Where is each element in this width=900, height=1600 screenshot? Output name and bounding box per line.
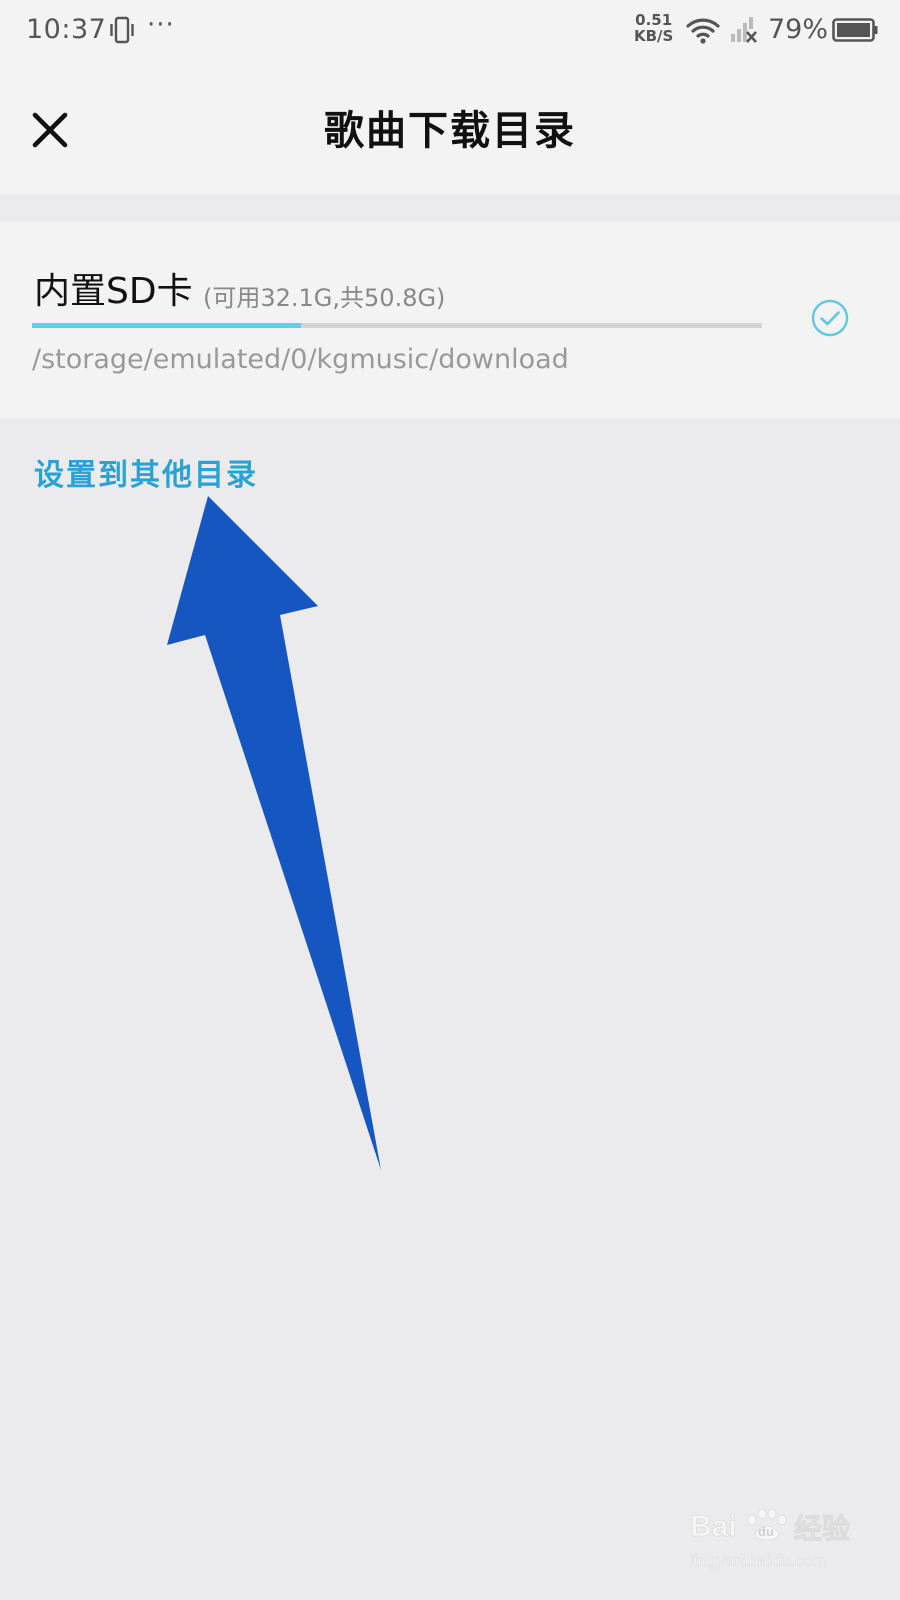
set-other-directory-link[interactable]: 设置到其他目录 <box>34 450 258 494</box>
more-notifications-icon: ··· <box>147 10 175 40</box>
network-speed-value: 0.51 <box>635 11 673 29</box>
svg-text:jingyan.baidu.com: jingyan.baidu.com <box>690 1551 827 1570</box>
network-speed: 0.51 KB/S <box>634 12 673 44</box>
battery-percent: 79% <box>768 14 829 45</box>
wifi-icon <box>686 18 720 44</box>
svg-text:du: du <box>758 1524 774 1539</box>
header: 歌曲下载目录 <box>0 64 900 194</box>
svg-text:经验: 经验 <box>794 1512 850 1545</box>
storage-path: /storage/emulated/0/kgmusic/download <box>32 344 569 375</box>
storage-usage-fill <box>32 323 301 328</box>
vibrate-icon <box>110 16 134 44</box>
signal-icon <box>731 17 757 43</box>
network-speed-unit: KB/S <box>634 27 674 45</box>
status-time: 10:37 <box>26 14 107 45</box>
storage-usage-bar <box>32 323 762 328</box>
battery-icon <box>832 18 878 42</box>
status-bar: 10:37 ··· 0.51 KB/S 79% <box>0 0 900 64</box>
storage-capacity: (可用32.1G,共50.8G) <box>203 284 446 312</box>
storage-option-internal-sd[interactable]: 内置SD卡 (可用32.1G,共50.8G) /storage/emulated… <box>0 222 900 418</box>
page-title: 歌曲下载目录 <box>324 107 576 154</box>
storage-name: 内置SD卡 <box>34 271 193 312</box>
svg-text:Bai: Bai <box>690 1510 737 1543</box>
baidu-jingyan-watermark: Bai du 经验 jingyan.baidu.com <box>690 1508 850 1570</box>
selected-check-icon <box>811 299 849 337</box>
